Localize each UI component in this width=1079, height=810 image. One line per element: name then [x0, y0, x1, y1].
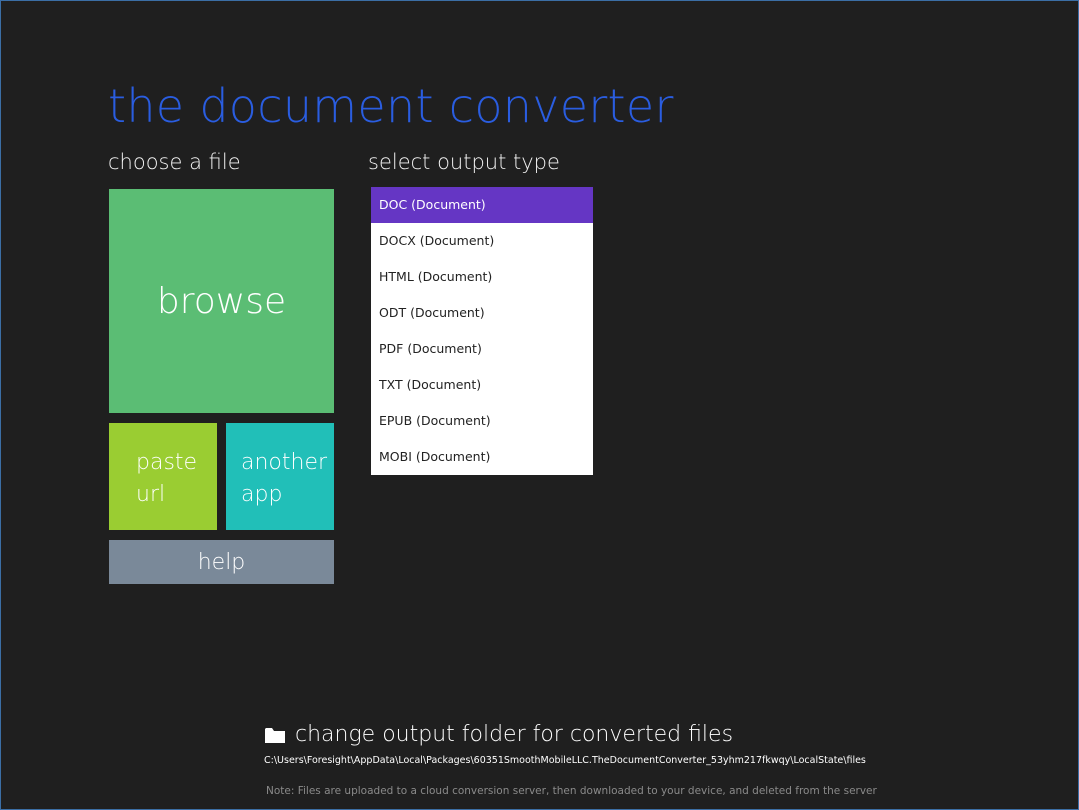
- output-type-item[interactable]: EPUB (Document): [371, 403, 593, 439]
- upload-note: Note: Files are uploaded to a cloud conv…: [266, 785, 877, 797]
- output-type-item[interactable]: DOC (Document): [371, 187, 593, 223]
- paste-url-tile[interactable]: paste url: [109, 423, 217, 530]
- output-type-item[interactable]: TXT (Document): [371, 367, 593, 403]
- another-app-tile[interactable]: another app: [226, 423, 334, 530]
- change-output-folder-label: change output folder for converted files: [295, 722, 734, 747]
- output-type-item[interactable]: ODT (Document): [371, 295, 593, 331]
- app-window: the document converter choose a file sel…: [0, 0, 1079, 810]
- another-app-label-line2: app: [241, 482, 283, 507]
- paste-url-label-line2: url: [136, 482, 166, 507]
- another-app-label-line1: another: [241, 450, 328, 475]
- output-type-list[interactable]: DOC (Document) DOCX (Document) HTML (Doc…: [371, 187, 593, 475]
- help-tile-label: help: [197, 549, 246, 575]
- output-type-item[interactable]: MOBI (Document): [371, 439, 593, 475]
- output-type-item[interactable]: PDF (Document): [371, 331, 593, 367]
- output-type-item[interactable]: HTML (Document): [371, 259, 593, 295]
- output-folder-path: C:\Users\Foresight\AppData\Local\Package…: [264, 755, 866, 766]
- change-output-folder-button[interactable]: change output folder for converted files: [264, 722, 733, 747]
- paste-url-label-line1: paste: [136, 450, 198, 475]
- select-output-type-label: select output type: [368, 150, 560, 174]
- browse-tile[interactable]: browse: [109, 189, 334, 413]
- folder-icon: [265, 727, 285, 743]
- choose-file-label: choose a file: [108, 150, 241, 174]
- browse-tile-label: browse: [156, 280, 287, 322]
- output-type-item[interactable]: DOCX (Document): [371, 223, 593, 259]
- app-title: the document converter: [108, 79, 674, 133]
- help-tile[interactable]: help: [109, 540, 334, 584]
